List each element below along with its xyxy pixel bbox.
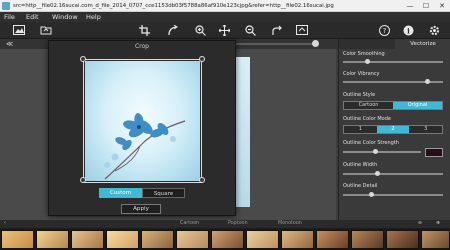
minimize-button[interactable]: — [402,0,418,12]
menu-help[interactable]: Help [86,12,101,22]
menu-edit[interactable]: Edit [26,12,39,22]
menu-bar: File Edit Window Help [0,12,450,22]
filmstrip-category-poptoon[interactable]: Poptoon [228,220,248,228]
svg-text:?: ? [382,27,386,35]
crop-handle-top-right[interactable] [199,56,205,62]
outline-color-mode-1[interactable]: 1 [344,126,377,133]
preset-thumbnail[interactable] [351,230,384,249]
settings-icon[interactable] [428,24,440,36]
outline-color-mode-label: Outline Color Mode [343,116,391,122]
outline-style-original[interactable]: Original [393,102,442,109]
move-icon[interactable] [218,24,230,36]
open-icon[interactable] [40,24,52,36]
outline-width-label: Outline Width [343,162,378,168]
outline-detail-knob[interactable] [369,192,374,197]
preset-thumbnail[interactable] [71,230,104,249]
outline-color-mode-3[interactable]: 3 [409,126,443,133]
menu-file[interactable]: File [4,12,15,22]
outline-color-strength-slider[interactable] [343,151,421,153]
outline-style-cartoon[interactable]: Cartoon [344,102,393,109]
zoom-slider[interactable] [232,43,314,45]
close-button[interactable]: ✕ [434,0,450,12]
preset-thumbnail[interactable] [316,230,349,249]
color-vibrancy-knob[interactable] [425,79,430,84]
outline-color-strength-knob[interactable] [373,149,378,154]
info-icon[interactable]: i [402,24,414,36]
zoom-out-icon[interactable] [244,24,256,36]
minus-icon[interactable]: ⊖ [418,220,422,228]
tab-vectorize[interactable]: Vectorize [395,39,450,49]
chevron-left-icon[interactable]: ‹ [4,220,6,228]
crop-handle-top-left[interactable] [80,56,86,62]
outline-width-knob[interactable] [375,171,380,176]
apply-button[interactable]: Apply [121,204,161,214]
crop-mode-custom[interactable]: Custom [99,188,142,198]
outline-style-group: Cartoon Original [343,101,443,110]
preset-thumbnail[interactable] [1,230,34,249]
app-icon [2,2,10,10]
filmstrip [0,228,450,250]
preset-thumbnail[interactable] [176,230,209,249]
color-smoothing-label: Color Smoothing [343,51,385,57]
color-smoothing-slider[interactable] [343,61,443,63]
color-vibrancy-label: Color Vibrancy [343,71,380,77]
preset-thumbnail[interactable] [36,230,69,249]
zoom-in-icon[interactable] [194,24,206,36]
preset-thumbnail[interactable] [141,230,174,249]
preset-thumbnail[interactable] [106,230,139,249]
outline-color-mode-group: 1 2 3 [343,125,443,134]
plus-icon[interactable]: ⊕ [436,220,440,228]
help-icon[interactable]: ? [378,24,390,36]
preset-thumbnail[interactable] [246,230,279,249]
outline-width-slider[interactable] [343,173,443,175]
outline-style-label: Outline Style [343,92,376,98]
image-icon[interactable] [13,24,25,36]
export-icon[interactable] [296,24,308,36]
outline-detail-slider[interactable] [343,194,443,196]
outline-detail-label: Outline Detail [343,183,378,189]
crop-mode-square[interactable]: Square [142,188,185,198]
filmstrip-category-monotoon[interactable]: Monotoon [278,220,302,228]
crop-frame[interactable] [83,59,202,183]
preset-thumbnail[interactable] [281,230,314,249]
preset-thumbnail[interactable] [211,230,244,249]
crop-dialog-title: Crop [134,43,149,50]
preset-thumbnail[interactable] [386,230,419,249]
preset-thumbnail[interactable] [421,230,450,249]
crop-handle-bottom-right[interactable] [199,177,205,183]
filmstrip-category-cartoon[interactable]: Cartoon [180,220,199,228]
outline-color-mode-2[interactable]: 2 [376,126,410,133]
redo-icon[interactable] [270,24,282,36]
filmstrip-header: ‹ Cartoon Poptoon Monotoon ⊖ ⊕ [0,220,450,228]
outline-color-strength-label: Outline Color Strength [343,140,399,146]
crop-dialog: Crop Custom Square Apply [48,40,236,216]
outline-color-swatch[interactable] [425,148,443,157]
panel-tab-bar: Vectorize [339,39,450,49]
color-smoothing-knob[interactable] [365,59,370,64]
toolbar: ? i [0,22,450,39]
crop-handle-bottom-left[interactable] [80,177,86,183]
crop-icon[interactable] [138,24,150,36]
chevron-icon: ≪ [6,40,14,48]
straighten-icon[interactable] [166,24,178,36]
title-bar: src=http__file02.16sucai.com_d_file_2014… [0,0,450,12]
settings-panel: Vectorize Color Smoothing Color Vibrancy… [338,39,450,220]
menu-window[interactable]: Window [52,12,78,22]
maximize-button[interactable]: ☐ [418,0,434,12]
window-title: src=http__file02.16sucai.com_d_file_2014… [13,3,334,9]
svg-text:i: i [407,26,410,35]
zoom-slider-knob[interactable] [312,40,319,47]
